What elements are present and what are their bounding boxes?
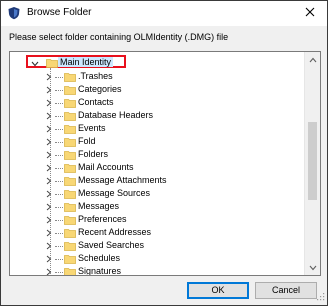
chevron-right-icon[interactable] <box>46 112 52 122</box>
tree-item-database-headers[interactable]: Database Headers <box>46 109 286 123</box>
vertical-scrollbar[interactable] <box>304 52 320 275</box>
tree-item-message-sources[interactable]: Message Sources <box>46 187 286 201</box>
tree-item-folders[interactable]: Folders <box>46 148 286 162</box>
tree-item-label: Message Attachments <box>78 175 167 185</box>
tree-item-trashes[interactable]: .Trashes <box>46 70 286 84</box>
tree-connector <box>55 116 63 117</box>
tree-connector <box>55 194 63 195</box>
tree-connector <box>55 103 63 104</box>
cancel-button[interactable]: Cancel <box>255 282 317 299</box>
tree-item-categories[interactable]: Categories <box>46 83 286 97</box>
tree-item-saved-searches[interactable]: Saved Searches <box>46 239 286 253</box>
tree-item-recent-addresses[interactable]: Recent Addresses <box>46 226 286 240</box>
tree-item-contacts[interactable]: Contacts <box>46 96 286 110</box>
tree-item-label: Schedules <box>78 253 121 263</box>
tree-connector <box>55 155 63 156</box>
chevron-right-icon[interactable] <box>46 73 52 83</box>
tree-item-label: Signatures <box>78 266 122 276</box>
tree-connector <box>55 181 63 182</box>
close-icon <box>305 7 315 19</box>
resize-grip-icon[interactable] <box>317 293 325 303</box>
tree-connector <box>55 207 63 208</box>
ok-button[interactable]: OK <box>187 282 249 299</box>
close-button[interactable] <box>297 3 323 23</box>
chevron-right-icon[interactable] <box>46 99 52 109</box>
tree-item-label: Folders <box>78 149 109 159</box>
tree-connector <box>55 129 63 130</box>
chevron-down-icon[interactable] <box>31 59 39 69</box>
chevron-right-icon[interactable] <box>46 229 52 239</box>
tree-item-label: Database Headers <box>78 110 154 120</box>
tree-item-label: Preferences <box>78 214 127 224</box>
tree-connector <box>55 77 63 78</box>
tree-item-preferences[interactable]: Preferences <box>46 213 286 227</box>
tree-connector <box>55 246 63 247</box>
browse-folder-dialog: Browse Folder Please select folder conta… <box>0 0 328 306</box>
scroll-thumb[interactable] <box>308 122 317 200</box>
tree-connector <box>55 90 63 91</box>
tree-item-label: Contacts <box>78 97 114 107</box>
chevron-right-icon[interactable] <box>46 242 52 252</box>
tree-item-events[interactable]: Events <box>46 122 286 136</box>
instruction-text: Please select folder containing OLMIdent… <box>9 32 229 42</box>
tree-item-label: Categories <box>78 84 122 94</box>
tree-item-label: Saved Searches <box>78 240 145 250</box>
tree-item-fold[interactable]: Fold <box>46 135 286 149</box>
tree-item-signatures[interactable]: Signatures <box>46 265 286 276</box>
tree-connector <box>55 142 63 143</box>
tree-connector <box>55 168 63 169</box>
chevron-right-icon[interactable] <box>46 177 52 187</box>
tree-item-label: .Trashes <box>78 71 113 81</box>
tree-connector <box>55 259 63 260</box>
folder-tree[interactable]: Main Identity .Trashes Categories Contac… <box>9 51 321 276</box>
tree-connector <box>55 272 63 273</box>
scroll-down-button[interactable] <box>305 260 320 275</box>
chevron-right-icon[interactable] <box>46 164 52 174</box>
chevron-right-icon[interactable] <box>46 125 52 135</box>
tree-item-label: Messages <box>78 201 120 211</box>
title-bar[interactable]: Browse Folder <box>1 1 327 26</box>
chevron-right-icon[interactable] <box>46 86 52 96</box>
tree-item-label: Message Sources <box>78 188 151 198</box>
chevron-right-icon[interactable] <box>46 268 52 275</box>
tree-connector <box>55 220 63 221</box>
tree-item-message-attachments[interactable]: Message Attachments <box>46 174 286 188</box>
tree-item-label: Fold <box>78 136 96 146</box>
chevron-right-icon[interactable] <box>46 138 52 148</box>
folder-icon <box>46 58 58 70</box>
tree-item-messages[interactable]: Messages <box>46 200 286 214</box>
tree-item-label: Recent Addresses <box>78 227 152 237</box>
tree-item-main-identity[interactable]: Main Identity <box>26 55 126 68</box>
folder-icon <box>64 267 76 275</box>
window-title: Browse Folder <box>27 7 92 18</box>
chevron-right-icon[interactable] <box>46 203 52 213</box>
tree-item-label: Events <box>78 123 106 133</box>
chevron-up-icon <box>309 55 317 65</box>
tree-item-label: Main Identity <box>58 57 114 67</box>
chevron-down-icon <box>309 263 317 273</box>
chevron-right-icon[interactable] <box>46 216 52 226</box>
tree-item-schedules[interactable]: Schedules <box>46 252 286 266</box>
tree-item-mail-accounts[interactable]: Mail Accounts <box>46 161 286 175</box>
scroll-up-button[interactable] <box>305 52 320 67</box>
chevron-right-icon[interactable] <box>46 255 52 265</box>
chevron-right-icon[interactable] <box>46 190 52 200</box>
tree-item-label: Mail Accounts <box>78 162 134 172</box>
shield-app-icon <box>7 6 21 20</box>
chevron-right-icon[interactable] <box>46 151 52 161</box>
tree-connector <box>55 233 63 234</box>
